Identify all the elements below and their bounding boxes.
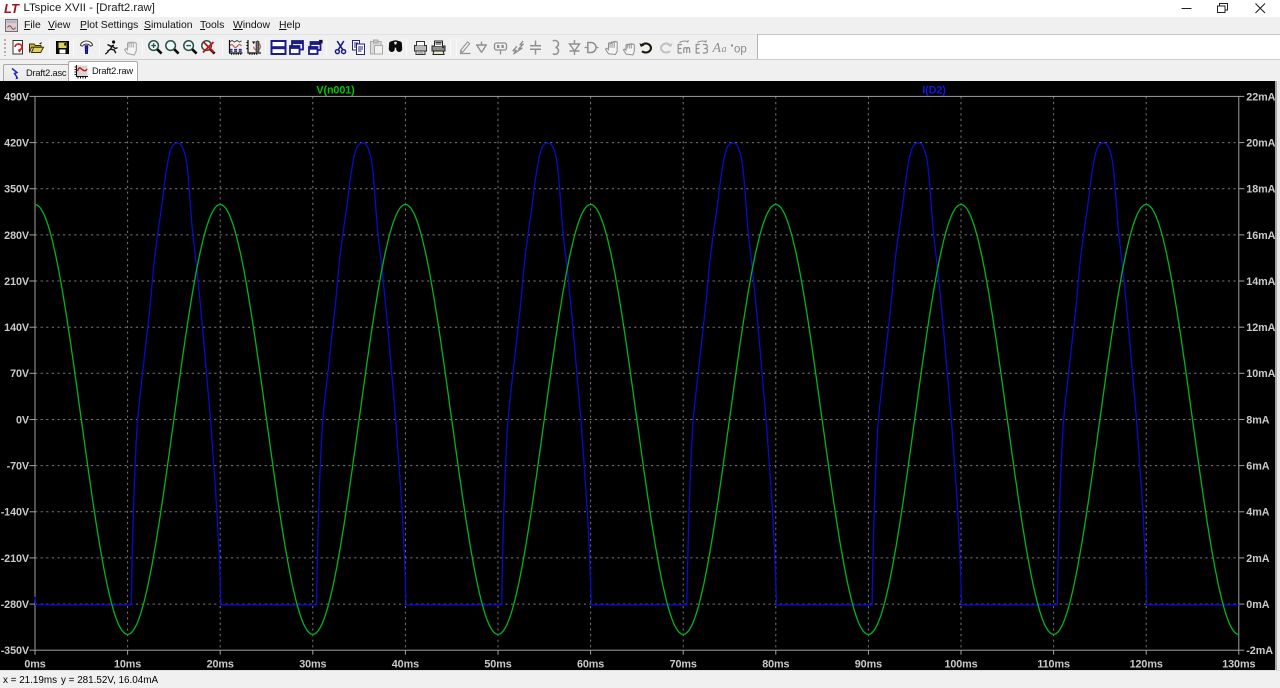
svg-text:40ms: 40ms [392, 658, 419, 670]
svg-text:280V: 280V [4, 230, 30, 242]
svg-text:420V: 420V [4, 138, 30, 150]
svg-text:-70V: -70V [7, 461, 30, 473]
svg-text:350V: 350V [4, 184, 30, 196]
svg-text:0V: 0V [16, 414, 30, 426]
svg-text:20ms: 20ms [207, 658, 234, 670]
svg-text:100ms: 100ms [944, 658, 977, 670]
svg-text:30ms: 30ms [299, 658, 326, 670]
svg-text:4mA: 4mA [1246, 507, 1269, 519]
svg-text:22mA: 22mA [1246, 91, 1275, 103]
svg-text:50ms: 50ms [484, 658, 511, 670]
svg-text:120ms: 120ms [1130, 658, 1163, 670]
svg-text:A: A [712, 41, 722, 56]
svg-text:490V: 490V [4, 91, 30, 103]
svg-text:210V: 210V [4, 276, 30, 288]
svg-text:140V: 140V [4, 322, 30, 334]
svg-text:0ms: 0ms [24, 658, 45, 670]
svg-text:90ms: 90ms [855, 658, 882, 670]
svg-text:12mA: 12mA [1246, 322, 1275, 334]
svg-text:-140V: -140V [1, 507, 30, 519]
svg-text:70ms: 70ms [670, 658, 697, 670]
svg-text:a: a [722, 44, 727, 55]
svg-text:-2mA: -2mA [1246, 645, 1273, 657]
svg-text:-350V: -350V [1, 645, 30, 657]
svg-text:-280V: -280V [1, 599, 30, 611]
svg-text:10ms: 10ms [114, 658, 141, 670]
svg-text:10mA: 10mA [1246, 368, 1275, 380]
svg-text:0mA: 0mA [1246, 599, 1269, 611]
svg-text:V(n001): V(n001) [316, 85, 355, 97]
svg-text:2mA: 2mA [1246, 553, 1269, 565]
svg-text:20mA: 20mA [1246, 138, 1275, 150]
svg-text:14mA: 14mA [1246, 276, 1275, 288]
svg-text:-210V: -210V [1, 553, 30, 565]
svg-text:80ms: 80ms [762, 658, 789, 670]
svg-text:70V: 70V [10, 368, 30, 380]
svg-text:130ms: 130ms [1222, 658, 1255, 670]
svg-text:I(D2): I(D2) [922, 85, 946, 97]
svg-text:8mA: 8mA [1246, 414, 1269, 426]
svg-text:110ms: 110ms [1037, 658, 1070, 670]
svg-text:60ms: 60ms [577, 658, 604, 670]
svg-text:6mA: 6mA [1246, 461, 1269, 473]
svg-text:18mA: 18mA [1246, 184, 1275, 196]
svg-text:op: op [734, 44, 747, 56]
svg-text:16mA: 16mA [1246, 230, 1275, 242]
